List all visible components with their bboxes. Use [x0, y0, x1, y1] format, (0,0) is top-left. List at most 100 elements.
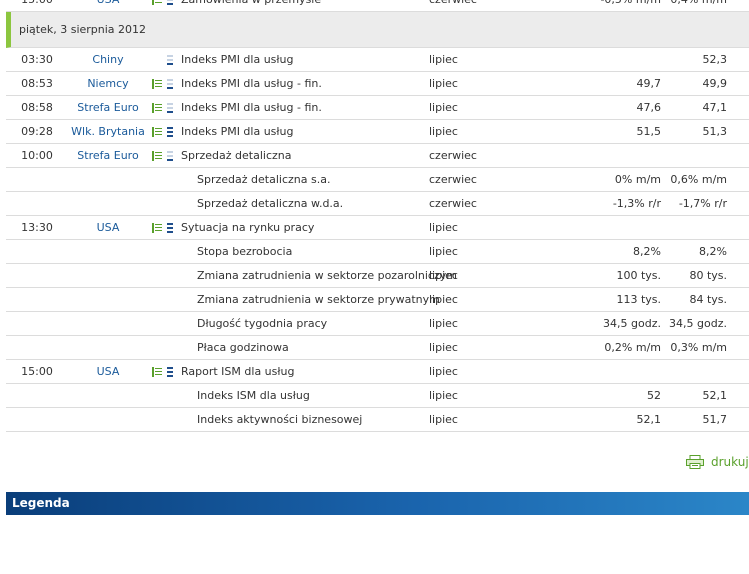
list-icon[interactable] — [152, 79, 162, 89]
list-icon[interactable] — [152, 367, 162, 377]
row-icons — [152, 223, 173, 233]
row-previous: 52 — [647, 389, 661, 402]
row-event: Stopa bezrobocia — [197, 245, 293, 258]
row-forecast: 80 tys. — [689, 269, 727, 282]
importance-bars-icon — [167, 79, 173, 89]
row-icons — [152, 127, 173, 137]
row-time: 08:53 — [21, 77, 53, 90]
row-time: 09:28 — [21, 125, 53, 138]
row-period: lipiec — [429, 245, 458, 258]
date-header-row: piątek, 3 sierpnia 2012 — [6, 12, 749, 48]
event-rows: 03:30 Chiny Indeks PMI dla usług lipiec 52,3… — [6, 48, 749, 432]
row-icons — [152, 79, 173, 89]
row-period: lipiec — [429, 53, 458, 66]
row-period: czerwiec — [429, 0, 477, 11]
row-previous: 51,5 — [636, 125, 662, 138]
row-previous: 113 tys. — [616, 293, 661, 306]
row-country-link[interactable]: Strefa Euro — [68, 96, 148, 119]
row-period: lipiec — [429, 413, 458, 426]
row-period: lipiec — [429, 341, 458, 354]
row-country-link[interactable]: USA — [68, 216, 148, 239]
row-forecast: 52,1 — [702, 389, 728, 402]
row-country-link[interactable]: Strefa Euro — [68, 144, 148, 167]
row-event: Zmiana zatrudnienia w sektorze pozarolni… — [197, 269, 457, 282]
row-event: Indeks aktywności biznesowej — [197, 413, 363, 426]
row-forecast: -1,7% r/r — [678, 197, 727, 210]
row-previous: -1,3% r/r — [612, 197, 661, 210]
importance-bars-icon — [167, 55, 173, 65]
legend-title: Legenda — [12, 496, 70, 510]
table-row: Sprzedaż detaliczna w.d.a. czerwiec -1,3% … — [6, 192, 749, 216]
row-forecast: 84 tys. — [689, 293, 727, 306]
row-event: Raport ISM dla usług — [181, 365, 295, 378]
row-country-link[interactable]: Chiny — [68, 48, 148, 71]
row-time: 08:58 — [21, 101, 53, 114]
row-event: Długość tygodnia pracy — [197, 317, 328, 330]
row-period: czerwiec — [429, 197, 477, 210]
print-button[interactable]: drukuj — [686, 455, 749, 473]
list-icon[interactable] — [152, 0, 162, 5]
date-label: piątek, 3 sierpnia 2012 — [19, 23, 147, 36]
row-period: lipiec — [429, 365, 458, 378]
row-event: Sprzedaż detaliczna — [181, 149, 292, 162]
row-icons — [152, 0, 173, 5]
importance-bars-icon — [167, 0, 173, 5]
row-time: 03:30 — [21, 53, 53, 66]
row-event: Płaca godzinowa — [197, 341, 289, 354]
row-period: lipiec — [429, 317, 458, 330]
row-previous: 49,7 — [636, 77, 662, 90]
row-period: lipiec — [429, 125, 458, 138]
row-icons — [152, 151, 173, 161]
row-forecast: 0,4% m/m — [661, 0, 727, 11]
row-time: 15:00 — [6, 0, 68, 11]
importance-bars-icon — [167, 103, 173, 113]
row-previous: 52,1 — [636, 413, 662, 426]
row-forecast: 51,7 — [702, 413, 728, 426]
list-icon[interactable] — [152, 127, 162, 137]
table-row: Indeks aktywności biznesowej lipiec 52,1 51… — [6, 408, 749, 432]
row-forecast: 51,3 — [702, 125, 728, 138]
row-forecast: 49,9 — [702, 77, 728, 90]
row-event: Sprzedaż detaliczna s.a. — [197, 173, 331, 186]
row-event: Indeks ISM dla usług — [197, 389, 310, 402]
table-row: Długość tygodnia pracy lipiec 34,5 godz. 34… — [6, 312, 749, 336]
row-previous: 47,6 — [636, 101, 662, 114]
row-forecast: 34,5 godz. — [669, 317, 727, 330]
row-time: 10:00 — [21, 149, 53, 162]
table-row: 10:00 Strefa Euro Sprzedaż detaliczna czerw… — [6, 144, 749, 168]
row-forecast: 8,2% — [699, 245, 727, 258]
row-forecast: 0,3% m/m — [670, 341, 727, 354]
row-country-link[interactable]: USA — [68, 360, 148, 383]
row-previous: 0,2% m/m — [604, 341, 661, 354]
row-period: lipiec — [429, 293, 458, 306]
legend-header[interactable]: Legenda — [6, 492, 749, 515]
table-row: Sprzedaż detaliczna s.a. czerwiec 0% m/m 0,… — [6, 168, 749, 192]
row-forecast: 0,6% m/m — [670, 173, 727, 186]
row-country-link[interactable]: Wlk. Brytania — [68, 120, 148, 143]
row-country-link[interactable]: USA — [68, 0, 148, 11]
list-icon[interactable] — [152, 151, 162, 161]
table-row: Stopa bezrobocia lipiec 8,2% 8,2% — [6, 240, 749, 264]
table-row: 03:30 Chiny Indeks PMI dla usług lipiec 52,3 — [6, 48, 749, 72]
row-forecast: 52,3 — [702, 53, 728, 66]
row-country-link[interactable]: Niemcy — [68, 72, 148, 95]
calendar-table: 15:00 USA Zamówienia w przemyśle czerwie… — [6, 0, 749, 432]
table-row: 09:28 Wlk. Brytania Indeks PMI dla usług li… — [6, 120, 749, 144]
list-icon[interactable] — [152, 103, 162, 113]
printer-icon — [686, 455, 704, 469]
row-period: czerwiec — [429, 149, 477, 162]
importance-bars-icon — [167, 367, 173, 377]
row-period: lipiec — [429, 101, 458, 114]
list-icon[interactable] — [152, 223, 162, 233]
print-label[interactable]: drukuj — [711, 455, 749, 469]
row-forecast: 47,1 — [702, 101, 728, 114]
table-row: 13:30 USA Sytuacja na rynku pracy lipiec — [6, 216, 749, 240]
table-row: Zmiana zatrudnienia w sektorze pozarolni… — [6, 264, 749, 288]
row-previous: -0,5% m/m — [546, 0, 661, 11]
row-previous: 0% m/m — [614, 173, 661, 186]
row-event: Indeks PMI dla usług - fin. — [181, 101, 322, 114]
row-event: Zmiana zatrudnienia w sektorze prywatnym — [197, 293, 440, 306]
row-previous: 8,2% — [633, 245, 661, 258]
table-row: Indeks ISM dla usług lipiec 52 52,1 — [6, 384, 749, 408]
row-icons — [152, 55, 173, 65]
